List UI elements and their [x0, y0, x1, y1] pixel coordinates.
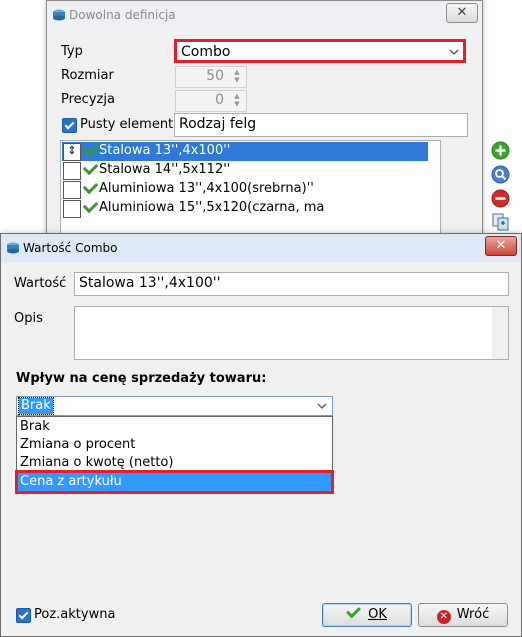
- list-item[interactable]: ⇕ Stalowa 13'',4x100'': [62, 141, 428, 161]
- cancel-button[interactable]: ✕ Wróć: [418, 603, 508, 627]
- check-icon: [82, 159, 99, 176]
- empty-element-checkbox[interactable]: [62, 118, 77, 133]
- dialog-title: Wartość Combo: [23, 241, 118, 255]
- cancel-label: Wróć: [456, 607, 490, 622]
- combo-value-dialog: Wartość Combo ✕ Wartość Stalowa 13'',4x1…: [0, 233, 522, 637]
- type-select-value: Combo: [181, 44, 231, 60]
- ok-button[interactable]: OK: [322, 603, 412, 627]
- list-item[interactable]: Aluminiowa 15'',5x120(czarna, ma: [62, 197, 428, 218]
- price-section-heading: Wpływ na cenę sprzedaży towaru:: [16, 371, 267, 386]
- add-icon[interactable]: [491, 141, 510, 160]
- reorder-icon[interactable]: ⇕: [63, 143, 81, 161]
- size-value: 50: [206, 68, 224, 84]
- price-dropdown-list[interactable]: Brak Zmiana o procent Zmiana o kwotę (ne…: [15, 416, 334, 494]
- chevron-down-icon: [449, 49, 459, 55]
- copy-icon[interactable]: [491, 212, 510, 231]
- description-textarea[interactable]: [74, 306, 509, 360]
- type-label: Typ: [61, 44, 83, 59]
- edit-icon[interactable]: [491, 165, 510, 184]
- precision-spinner[interactable]: 0 ▲ ▼: [175, 90, 247, 112]
- type-select[interactable]: Combo: [174, 39, 466, 63]
- app-icon: [53, 9, 65, 21]
- precision-value: 0: [215, 92, 224, 108]
- price-select-value: Brak: [18, 397, 54, 415]
- row-selector[interactable]: [63, 200, 81, 218]
- value-input[interactable]: Stalowa 13'',4x100'': [74, 272, 509, 296]
- spin-arrows-icon[interactable]: ▲ ▼: [230, 68, 244, 85]
- remove-icon[interactable]: [491, 189, 510, 208]
- check-icon: [82, 197, 99, 214]
- check-icon: [82, 141, 99, 157]
- precision-label: Precyzja: [61, 92, 115, 107]
- dropdown-option[interactable]: Zmiana o procent: [18, 436, 331, 454]
- dialog-titlebar: Wartość Combo ✕: [1, 234, 521, 262]
- size-label: Rozmiar: [61, 68, 114, 83]
- list-item-label: Stalowa 13'',4x100'': [99, 143, 231, 158]
- check-icon: [82, 178, 99, 195]
- row-selector[interactable]: [63, 162, 81, 180]
- size-spinner[interactable]: 50 ▲ ▼: [175, 66, 247, 88]
- empty-element-input[interactable]: Rodzaj felg: [174, 113, 468, 137]
- back-window-titlebar: Dowolna definicja ✕: [47, 1, 482, 29]
- back-window-close-button[interactable]: ✕: [446, 3, 478, 23]
- spin-arrows-icon[interactable]: ▲ ▼: [230, 92, 244, 109]
- list-item-label: Stalowa 14'',5x112'': [99, 162, 231, 177]
- list-item[interactable]: Aluminiowa 13'',4x100(srebrna)'': [62, 178, 428, 199]
- dropdown-option-highlighted[interactable]: Cena z artykułu: [15, 470, 334, 494]
- description-scrollbar[interactable]: [492, 307, 508, 359]
- cancel-icon: ✕: [436, 610, 451, 624]
- active-label: Poz.aktywna: [34, 607, 116, 622]
- back-window-title: Dowolna definicja: [69, 8, 176, 22]
- list-item-label: Aluminiowa 15'',5x120(czarna, ma: [99, 200, 325, 215]
- dropdown-option[interactable]: Zmiana o kwotę (netto): [18, 454, 331, 472]
- description-label: Opis: [14, 311, 43, 326]
- app-icon: [7, 242, 19, 254]
- list-item[interactable]: Stalowa 14'',5x112'': [62, 159, 428, 180]
- back-window: Dowolna definicja ✕ Typ Combo Rozmiar 50…: [46, 0, 510, 234]
- value-text: Stalowa 13'',4x100'': [79, 275, 221, 291]
- empty-element-value: Rodzaj felg: [179, 116, 257, 132]
- dialog-close-button[interactable]: ✕: [485, 236, 517, 256]
- ok-check-icon: [346, 603, 362, 619]
- chevron-down-icon: [317, 403, 327, 409]
- empty-element-label: Pusty element: [80, 117, 174, 132]
- ok-label: OK: [368, 607, 387, 622]
- active-checkbox[interactable]: [16, 608, 31, 623]
- price-select[interactable]: Brak: [16, 396, 333, 416]
- list-item-label: Aluminiowa 13'',4x100(srebrna)'': [99, 181, 314, 196]
- row-selector[interactable]: [63, 181, 81, 199]
- dropdown-option[interactable]: Brak: [18, 418, 331, 436]
- values-list[interactable]: ⇕ Stalowa 13'',4x100'' Stalowa 14'',5x11…: [60, 140, 441, 234]
- value-label: Wartość: [14, 276, 67, 291]
